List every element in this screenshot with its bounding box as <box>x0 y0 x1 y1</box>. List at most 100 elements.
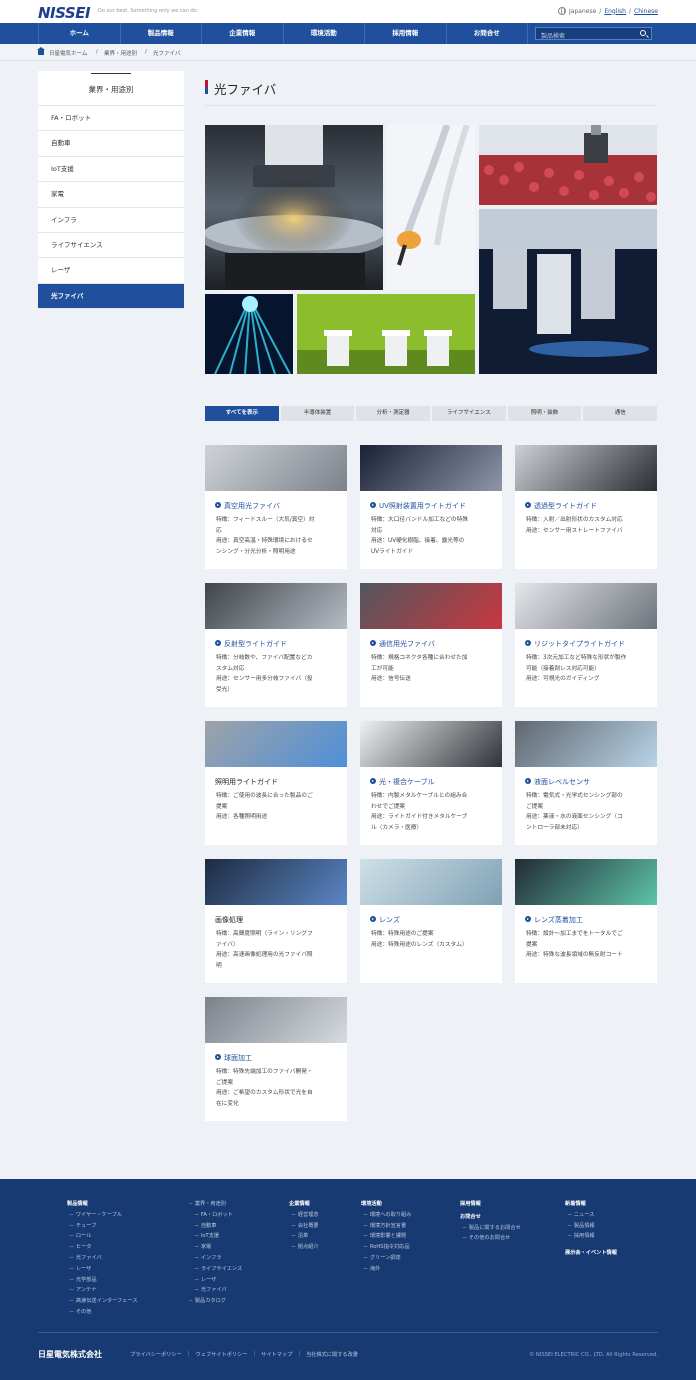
footer-link[interactable]: － 高速伝送インターフェース <box>67 1296 138 1307</box>
footer-link[interactable]: － その他のお問合せ <box>460 1233 521 1244</box>
tab-lighting[interactable]: 照明・装飾 <box>507 406 582 421</box>
footer-link-privacy[interactable]: プライバシーポリシー <box>130 1351 182 1358</box>
search-icon[interactable] <box>640 30 646 36</box>
product-image[interactable] <box>360 721 502 767</box>
footer-link-catalog[interactable]: － 製品カタログ <box>186 1296 242 1307</box>
footer-link[interactable]: － RoHS指令対応品 <box>361 1242 411 1253</box>
footer-link[interactable]: － アンテナ <box>67 1285 138 1296</box>
footer-link[interactable]: － レーザ <box>186 1275 242 1286</box>
footer-heading[interactable]: お問合せ <box>460 1212 521 1223</box>
nav-contact[interactable]: お問合せ <box>447 23 528 44</box>
footer-heading[interactable]: 企業情報 <box>289 1199 319 1210</box>
footer-link[interactable]: － IoT支援 <box>186 1231 242 1242</box>
product-image[interactable] <box>515 445 657 491</box>
footer-link[interactable]: － 拠点紹介 <box>289 1242 319 1253</box>
product-image[interactable] <box>205 445 347 491</box>
product-image[interactable] <box>205 859 347 905</box>
lang-japanese[interactable]: Japanese <box>569 8 596 15</box>
nav-environment[interactable]: 環境活動 <box>284 23 365 44</box>
product-card[interactable]: 反射型ライトガイド 特徴：分岐数や、ファイバ配置などカ スタム対応 用途：センサー用多… <box>205 583 347 707</box>
product-image[interactable] <box>515 583 657 629</box>
product-image[interactable] <box>205 583 347 629</box>
footer-link[interactable]: － その他 <box>67 1307 138 1318</box>
lang-english[interactable]: English <box>604 8 626 15</box>
nav-home[interactable]: ホーム <box>38 23 121 44</box>
footer-link[interactable]: － 光ファイバ <box>186 1285 242 1296</box>
product-name[interactable]: 光・複合ケーブル <box>370 777 435 787</box>
tab-all[interactable]: すべてを表示 <box>205 406 279 421</box>
footer-link[interactable]: － 経営理念 <box>289 1210 319 1221</box>
product-card[interactable]: 液面レベルセンサ 特徴：電気式・光学式センシング部の ご提案 用途：薬液・水の液面セン… <box>515 721 657 845</box>
product-name[interactable]: UV照射装置用ライトガイド <box>370 501 466 511</box>
sidebar-item-life-science[interactable]: ライフサイエンス <box>38 232 184 259</box>
footer-heading[interactable]: 製品情報 <box>67 1199 138 1210</box>
footer-link[interactable]: － 会社概要 <box>289 1221 319 1232</box>
product-name[interactable]: 通信用光ファイバ <box>370 639 435 649</box>
footer-link[interactable]: － 環境への取り組み <box>361 1210 411 1221</box>
footer-heading[interactable]: 新着情報 <box>565 1199 617 1210</box>
footer-link-stock[interactable]: 当社株式に関する改書 <box>306 1351 358 1358</box>
product-name[interactable]: 反射型ライトガイド <box>215 639 287 649</box>
footer-link[interactable]: － ライフサイエンス <box>186 1264 242 1275</box>
footer-link[interactable]: － チューブ <box>67 1221 138 1232</box>
product-card[interactable]: リジットタイプライトガイド 特徴：3次元加工など特殊な形状が製作 可能（接着剤レス対… <box>515 583 657 707</box>
product-image[interactable] <box>205 997 347 1043</box>
product-name[interactable]: 球面加工 <box>215 1053 252 1063</box>
footer-link[interactable]: － グリーン調達 <box>361 1253 411 1264</box>
breadcrumb-home[interactable]: 日星電気ホーム <box>49 49 87 57</box>
product-card[interactable]: 照明用ライトガイド 特徴：ご使用の波長に合った製品のご 提案 用途：各種照明用途 <box>205 721 347 845</box>
sidebar-item-appliances[interactable]: 家電 <box>38 182 184 208</box>
tab-semiconductor[interactable]: 半導体装置 <box>280 406 355 421</box>
footer-link-website-policy[interactable]: ウェブサイトポリシー <box>196 1351 248 1358</box>
footer-link[interactable]: － ニュース <box>565 1210 617 1221</box>
nav-products[interactable]: 製品情報 <box>121 23 202 44</box>
footer-link[interactable]: － 自動車 <box>186 1221 242 1232</box>
footer-link[interactable]: － 製品に関するお問合せ <box>460 1223 521 1234</box>
footer-link[interactable]: － ロール <box>67 1231 138 1242</box>
product-image[interactable] <box>360 583 502 629</box>
footer-link[interactable]: － 環境方針宣言書 <box>361 1221 411 1232</box>
sidebar-item-fa-robot[interactable]: FA・ロボット <box>38 106 184 132</box>
product-card[interactable]: 球面加工 特徴：特殊先端加工のファイバ開発・ ご提案 用途：ご希望のカスタム形状で光を… <box>205 997 347 1121</box>
product-card[interactable]: 光・複合ケーブル 特徴：内製メタルケーブルとの組み合 わせでご提案 用途：ライトガイド… <box>360 721 502 845</box>
nav-recruit[interactable]: 採用情報 <box>365 23 447 44</box>
product-image[interactable] <box>205 721 347 767</box>
sidebar-item-optical-fiber[interactable]: 光ファイバ <box>38 283 184 310</box>
footer-link[interactable]: － インフラ <box>186 1253 242 1264</box>
footer-link[interactable]: － FA・ロボット <box>186 1210 242 1221</box>
lang-chinese[interactable]: Chinese <box>634 8 658 15</box>
footer-link[interactable]: － 海外 <box>361 1264 411 1275</box>
product-card[interactable]: レンズ 特徴：特殊用途のご提案 用途：特殊用途のレンズ（カスタム） <box>360 859 502 983</box>
footer-link[interactable]: － 採用情報 <box>565 1231 617 1242</box>
product-name[interactable]: 透過型ライトガイド <box>525 501 597 511</box>
product-image[interactable] <box>360 859 502 905</box>
footer-link[interactable]: － レーザ <box>67 1264 138 1275</box>
product-image[interactable] <box>515 721 657 767</box>
footer-heading[interactable]: 環境活動 <box>361 1199 411 1210</box>
footer-link[interactable]: － 光学部品 <box>67 1275 138 1286</box>
product-card[interactable]: 透過型ライトガイド 特徴：入射／出射形状のカスタム対応 用途：センサー用ストレートフ… <box>515 445 657 569</box>
search-input[interactable]: 製品検索 <box>535 27 652 40</box>
product-card[interactable]: レンズ蒸着加工 特徴：設計〜加工までをトータルでご 提案 用途：特殊な波長領域の無反射… <box>515 859 657 983</box>
sidebar-item-infrastructure[interactable]: インフラ <box>38 207 184 233</box>
footer-link[interactable]: － ヒータ <box>67 1242 138 1253</box>
nav-company[interactable]: 企業情報 <box>202 23 284 44</box>
sidebar-item-iot[interactable]: IoT支援 <box>38 156 184 183</box>
tab-communication[interactable]: 通信 <box>583 406 658 421</box>
product-image[interactable] <box>515 859 657 905</box>
footer-link[interactable]: － 家電 <box>186 1242 242 1253</box>
footer-link[interactable]: － 光ファイバ <box>67 1253 138 1264</box>
tab-analysis[interactable]: 分析・測定器 <box>356 406 431 421</box>
product-name[interactable]: リジットタイプライトガイド <box>525 639 625 649</box>
sidebar-item-automotive[interactable]: 自動車 <box>38 131 184 157</box>
product-card[interactable]: 通信用光ファイバ 特徴：規格コネクタ各種に合わせた加 工が可能 用途：信号伝送 <box>360 583 502 707</box>
breadcrumb-category[interactable]: 業界・用途別 <box>104 49 137 57</box>
product-card[interactable]: UV照射装置用ライトガイド 特徴：大口径バンドル加工などの特殊 対応 用途：UV硬化樹… <box>360 445 502 569</box>
product-card[interactable]: 真空用光ファイバ 特徴：フィードスルー（大気/真空）対応用途：真空高温・特殊環境に… <box>205 445 347 569</box>
footer-link[interactable]: － 業界・用途別 <box>186 1199 242 1210</box>
product-name[interactable]: 液面レベルセンサ <box>525 777 590 787</box>
footer-link[interactable]: － 環境影響と課題 <box>361 1231 411 1242</box>
sidebar-item-laser[interactable]: レーザ <box>38 258 184 284</box>
footer-link[interactable]: － ワイヤー・ケーブル <box>67 1210 138 1221</box>
product-image[interactable] <box>360 445 502 491</box>
